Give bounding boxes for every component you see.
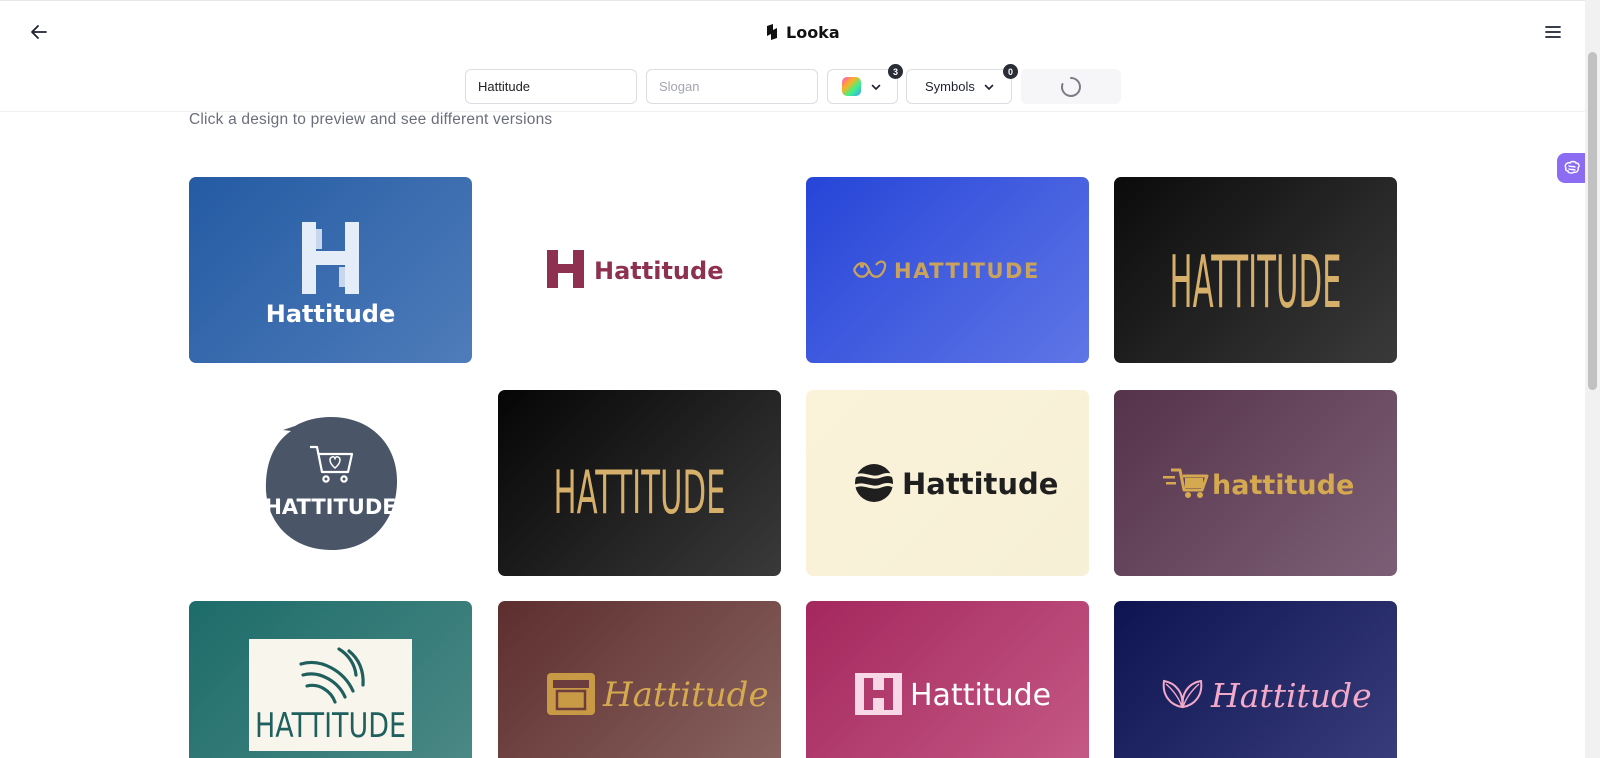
h-block-symbol-icon [302, 222, 359, 294]
logo-card[interactable]: Hattitude [498, 177, 781, 363]
brand-logo[interactable]: Looka [764, 20, 840, 44]
logo-wordmark: Hattitude [594, 257, 723, 285]
vertical-scrollbar[interactable] [1585, 0, 1600, 758]
looka-logo-icon [767, 24, 777, 40]
brush-circle-shape [265, 417, 398, 551]
generate-button[interactable] [1021, 69, 1121, 104]
business-name-input[interactable] [465, 69, 637, 104]
scrollbar-thumb[interactable] [1588, 52, 1597, 390]
logo-card[interactable]: Hattitude [498, 601, 781, 758]
h-letter-symbol-icon [547, 250, 584, 288]
logo-card[interactable]: Hattitude [1114, 601, 1397, 758]
logo-wordmark: HATTITUDE [264, 495, 396, 519]
brand-name: Looka [786, 22, 840, 42]
logo-card[interactable]: HATTITUDE [189, 601, 472, 758]
slogan-input[interactable] [646, 69, 818, 104]
logo-wordmark: Hattitude [902, 467, 1058, 501]
logo-wordmark: Hattitude [602, 675, 769, 715]
h-square-symbol-icon [855, 673, 902, 715]
logo-wordmark: hattitude [1212, 470, 1354, 501]
back-arrow-icon[interactable] [28, 21, 50, 43]
instruction-text: Click a design to preview and see differ… [189, 111, 553, 128]
logo-wordmark: HATTITUDE [1170, 240, 1342, 324]
chevron-down-icon [984, 84, 994, 90]
logo-card[interactable]: hattitude [1114, 390, 1397, 576]
logo-card[interactable]: Hattitude [806, 390, 1089, 576]
logo-card[interactable]: HATTITUDE [189, 390, 472, 576]
fast-cart-icon [1163, 468, 1209, 498]
storefront-icon [547, 673, 595, 715]
logo-card[interactable]: HATTITUDE [1114, 177, 1397, 363]
symbols-dropdown[interactable]: Symbols [906, 69, 1012, 104]
colors-dropdown[interactable] [827, 69, 898, 104]
logo-card[interactable]: Hattitude [806, 601, 1089, 758]
chat-assistant-button[interactable] [1557, 153, 1587, 183]
brain-icon [1564, 160, 1580, 174]
colors-count-badge: 3 [888, 64, 903, 79]
logo-wordmark: Hattitude [1210, 676, 1372, 715]
logo-card[interactable]: Hattitude [189, 177, 472, 363]
loading-spinner-icon [1061, 76, 1081, 97]
logo-wordmark: HATTITUDE [255, 706, 406, 746]
symbols-label: Symbols [925, 79, 975, 94]
top-bar: Looka 3 Symbols 0 [0, 0, 1585, 112]
logo-wordmark: Hattitude [266, 300, 395, 328]
logo-card[interactable]: HATTITUDE [806, 177, 1089, 363]
logo-wordmark: HATTITUDE [894, 259, 1040, 283]
leaves-symbol-icon [1162, 679, 1203, 709]
hamburger-menu-icon[interactable] [1542, 21, 1564, 43]
globe-stripes-symbol-icon [854, 464, 894, 502]
logo-wordmark: HATTITUDE [554, 458, 726, 528]
symbols-count-badge: 0 [1003, 64, 1018, 79]
logo-wordmark: Hattitude [910, 678, 1051, 713]
infinity-symbol-icon [852, 260, 887, 278]
color-swatch-icon [842, 77, 861, 96]
logo-card[interactable]: HATTITUDE [498, 390, 781, 576]
chevron-down-icon [871, 84, 881, 90]
